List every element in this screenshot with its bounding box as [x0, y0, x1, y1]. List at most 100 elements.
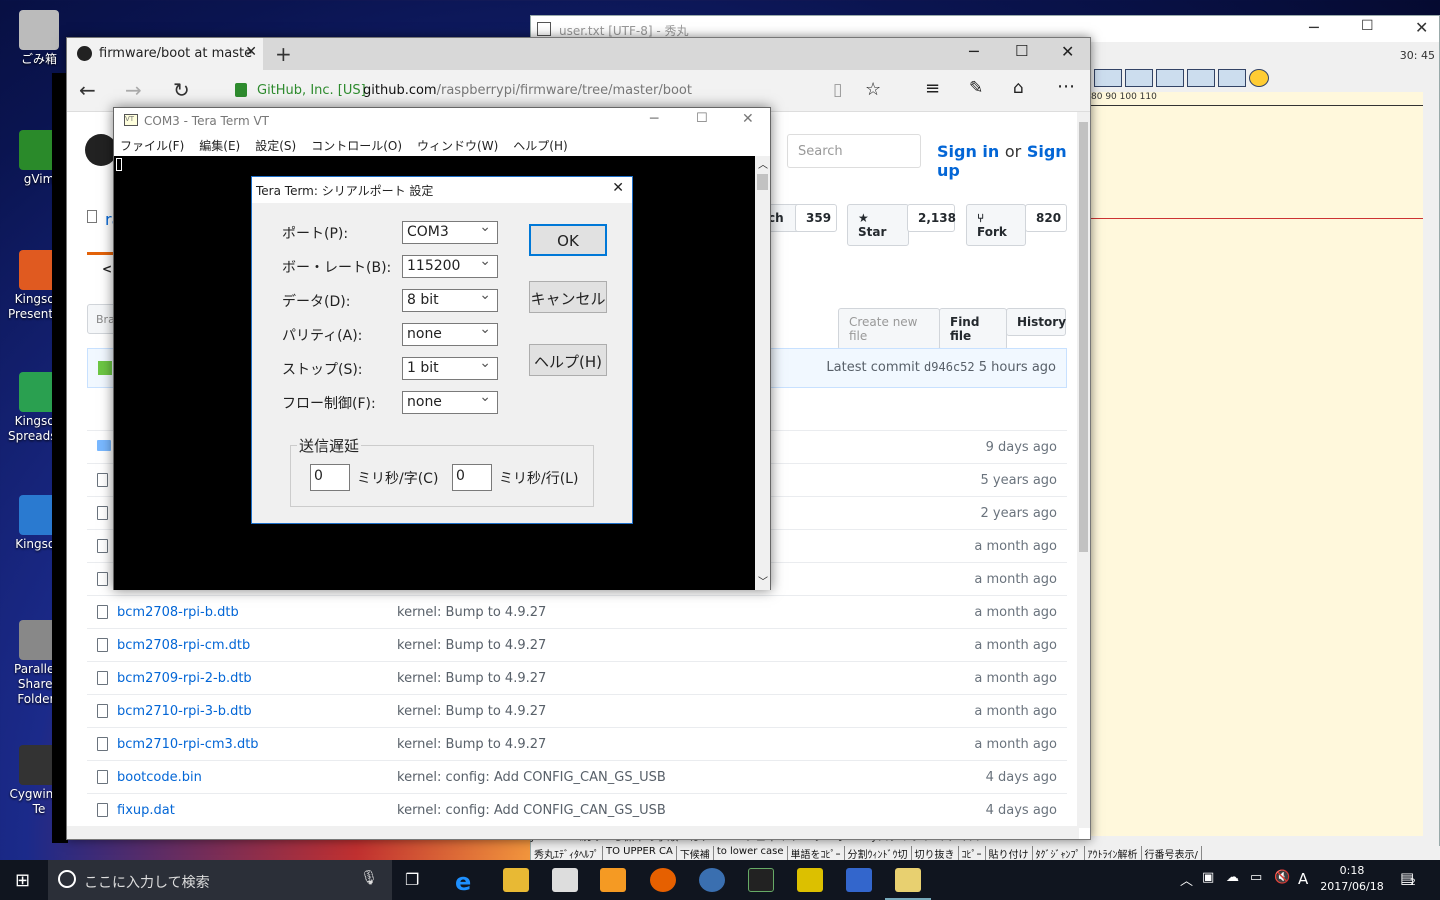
char-delay-input[interactable]: 0: [310, 464, 350, 491]
field-select[interactable]: COM3: [402, 219, 498, 244]
dialog-close-button[interactable]: ✕: [612, 180, 624, 196]
tray-app-icon[interactable]: ▣: [1202, 870, 1214, 885]
help-button[interactable]: ヘルプ(H): [529, 344, 607, 376]
teraterm-menu-item[interactable]: 編集(E): [199, 137, 240, 156]
window-next-icon[interactable]: [1187, 69, 1215, 87]
create-new-file-button[interactable]: Create new file: [838, 308, 940, 350]
app-t-icon[interactable]: [895, 868, 921, 892]
share-icon[interactable]: ⌂: [1013, 78, 1024, 98]
file-name[interactable]: bootcode.bin: [117, 770, 202, 785]
more-icon[interactable]: ⋯: [1057, 76, 1075, 97]
forward-icon[interactable]: →: [125, 78, 142, 102]
scroll-up-icon[interactable]: ︿: [758, 156, 768, 171]
clock[interactable]: 0:18 2017/06/18: [1320, 863, 1384, 895]
window-split-v-icon[interactable]: [1125, 69, 1153, 87]
ok-button[interactable]: OK: [529, 224, 607, 256]
window-list-icon[interactable]: [1218, 69, 1246, 87]
task-view-icon[interactable]: ❐: [405, 870, 419, 889]
favorite-star-icon[interactable]: ☆: [865, 79, 881, 100]
note-icon[interactable]: ✎: [969, 78, 983, 98]
file-row[interactable]: bootcode.bin kernel: config: Add CONFIG_C…: [87, 760, 1067, 793]
desktop-icon[interactable]: ごみ箱: [8, 10, 70, 67]
commit-message[interactable]: kernel: Bump to 4.9.27: [397, 671, 546, 686]
history-button[interactable]: History: [1006, 308, 1066, 336]
star-button[interactable]: ★ Star: [847, 204, 909, 246]
star-count[interactable]: 2,138: [907, 204, 956, 232]
file-name[interactable]: bcm2709-rpi-2-b.dtb: [117, 671, 252, 686]
window-split-h-icon[interactable]: [1156, 69, 1184, 87]
terminal-icon[interactable]: [748, 868, 774, 892]
tray-chevron-icon[interactable]: ︿: [1180, 870, 1193, 889]
commit-message[interactable]: kernel: config: Add CONFIG_CAN_GS_USB: [397, 803, 666, 818]
maximize-button[interactable]: ☐: [696, 111, 708, 126]
commit-message[interactable]: kernel: Bump to 4.9.27: [397, 638, 546, 653]
cancel-button[interactable]: キャンセル: [529, 281, 607, 313]
teraterm-menu-item[interactable]: ファイル(F): [120, 137, 184, 156]
commit-hash[interactable]: d946c52: [924, 360, 975, 374]
hidemaru-task-icon[interactable]: [846, 868, 872, 892]
commit-message[interactable]: kernel: config: Add CONFIG_CAN_GS_USB: [397, 770, 666, 785]
maximize-button[interactable]: ☐: [1015, 42, 1028, 60]
reading-view-icon[interactable]: ▯: [833, 80, 842, 100]
file-name[interactable]: bcm2710-rpi-3-b.dtb: [117, 704, 252, 719]
teraterm-menu-item[interactable]: コントロール(O): [311, 137, 402, 156]
window-tile-icon[interactable]: [1094, 69, 1122, 87]
edge-icon[interactable]: e: [455, 868, 481, 896]
minimize-button[interactable]: ─: [650, 111, 658, 127]
file-row[interactable]: bcm2709-rpi-2-b.dtb kernel: Bump to 4.9.2…: [87, 661, 1067, 694]
find-file-button[interactable]: Find file: [939, 308, 1007, 350]
taskbar-search[interactable]: ここに入力して検索 🎙: [48, 860, 392, 900]
help-icon[interactable]: [1249, 69, 1269, 87]
file-name[interactable]: fixup.dat: [117, 803, 175, 818]
close-tab-icon[interactable]: ✕: [245, 44, 257, 60]
vertical-scrollbar[interactable]: [1423, 92, 1439, 842]
back-icon[interactable]: ←: [79, 78, 96, 102]
close-button[interactable]: ✕: [1061, 42, 1074, 61]
firefox-icon[interactable]: [650, 868, 676, 892]
browser-horizontal-scrollbar[interactable]: [67, 826, 1079, 839]
refresh-icon[interactable]: ↻: [173, 78, 190, 102]
teraterm-menu-item[interactable]: ウィンドウ(W): [417, 137, 498, 156]
minimize-button[interactable]: ─: [1309, 18, 1319, 37]
field-select[interactable]: none: [402, 321, 498, 346]
hub-icon[interactable]: ≡: [925, 78, 940, 99]
new-tab-icon[interactable]: +: [275, 42, 292, 66]
field-select[interactable]: 115200: [402, 253, 498, 278]
media-icon[interactable]: [600, 868, 626, 892]
file-row[interactable]: fixup.dat kernel: config: Add CONFIG_CAN_…: [87, 793, 1067, 826]
field-select[interactable]: 1 bit: [402, 355, 498, 380]
dialog-title-bar[interactable]: Tera Term: シリアルポート 設定 ✕: [252, 177, 632, 203]
ime-indicator[interactable]: A: [1298, 870, 1308, 888]
teraterm-title-bar[interactable]: VT COM3 - Tera Term VT ─ ☐ ✕: [114, 108, 770, 134]
network-icon[interactable]: ▭: [1250, 870, 1262, 885]
fork-count[interactable]: 820: [1025, 204, 1067, 232]
field-select[interactable]: none: [402, 389, 498, 414]
microphone-icon[interactable]: 🎙: [360, 870, 378, 886]
scroll-down-icon[interactable]: ﹀: [758, 573, 768, 588]
teraterm-task-icon[interactable]: [797, 868, 823, 892]
edit-area[interactable]: [1091, 106, 1424, 836]
file-row[interactable]: bcm2710-rpi-cm3.dtb kernel: Bump to 4.9.2…: [87, 727, 1067, 760]
search-input[interactable]: Search: [787, 134, 921, 168]
browser-tab[interactable]: firmware/boot at maste ✕: [67, 38, 263, 70]
maximize-button[interactable]: ☐: [1361, 18, 1374, 34]
field-select[interactable]: 8 bit: [402, 287, 498, 312]
watch-count[interactable]: 359: [795, 204, 837, 232]
store-icon[interactable]: [552, 868, 578, 892]
close-button[interactable]: ✕: [1415, 18, 1428, 37]
url-field[interactable]: github.com/raspberrypi/firmware/tree/mas…: [363, 83, 692, 98]
teraterm-menu-item[interactable]: ヘルプ(H): [513, 137, 567, 156]
file-row[interactable]: bcm2708-rpi-cm.dtb kernel: Bump to 4.9.27…: [87, 628, 1067, 661]
commit-message[interactable]: kernel: Bump to 4.9.27: [397, 737, 546, 752]
file-name[interactable]: bcm2708-rpi-cm.dtb: [117, 638, 250, 653]
volume-icon[interactable]: 🔇: [1274, 870, 1290, 885]
fork-button[interactable]: ⑂ Fork: [966, 204, 1026, 246]
onedrive-icon[interactable]: ☁: [1226, 870, 1239, 885]
commit-message[interactable]: kernel: Bump to 4.9.27: [397, 704, 546, 719]
explorer-icon[interactable]: [503, 868, 529, 892]
line-delay-input[interactable]: 0: [452, 464, 492, 491]
browser-vertical-scrollbar[interactable]: [1077, 112, 1090, 828]
close-button[interactable]: ✕: [742, 111, 754, 127]
file-row[interactable]: bcm2708-rpi-b.dtb kernel: Bump to 4.9.27 a…: [87, 595, 1067, 628]
file-row[interactable]: bcm2710-rpi-3-b.dtb kernel: Bump to 4.9.2…: [87, 694, 1067, 727]
